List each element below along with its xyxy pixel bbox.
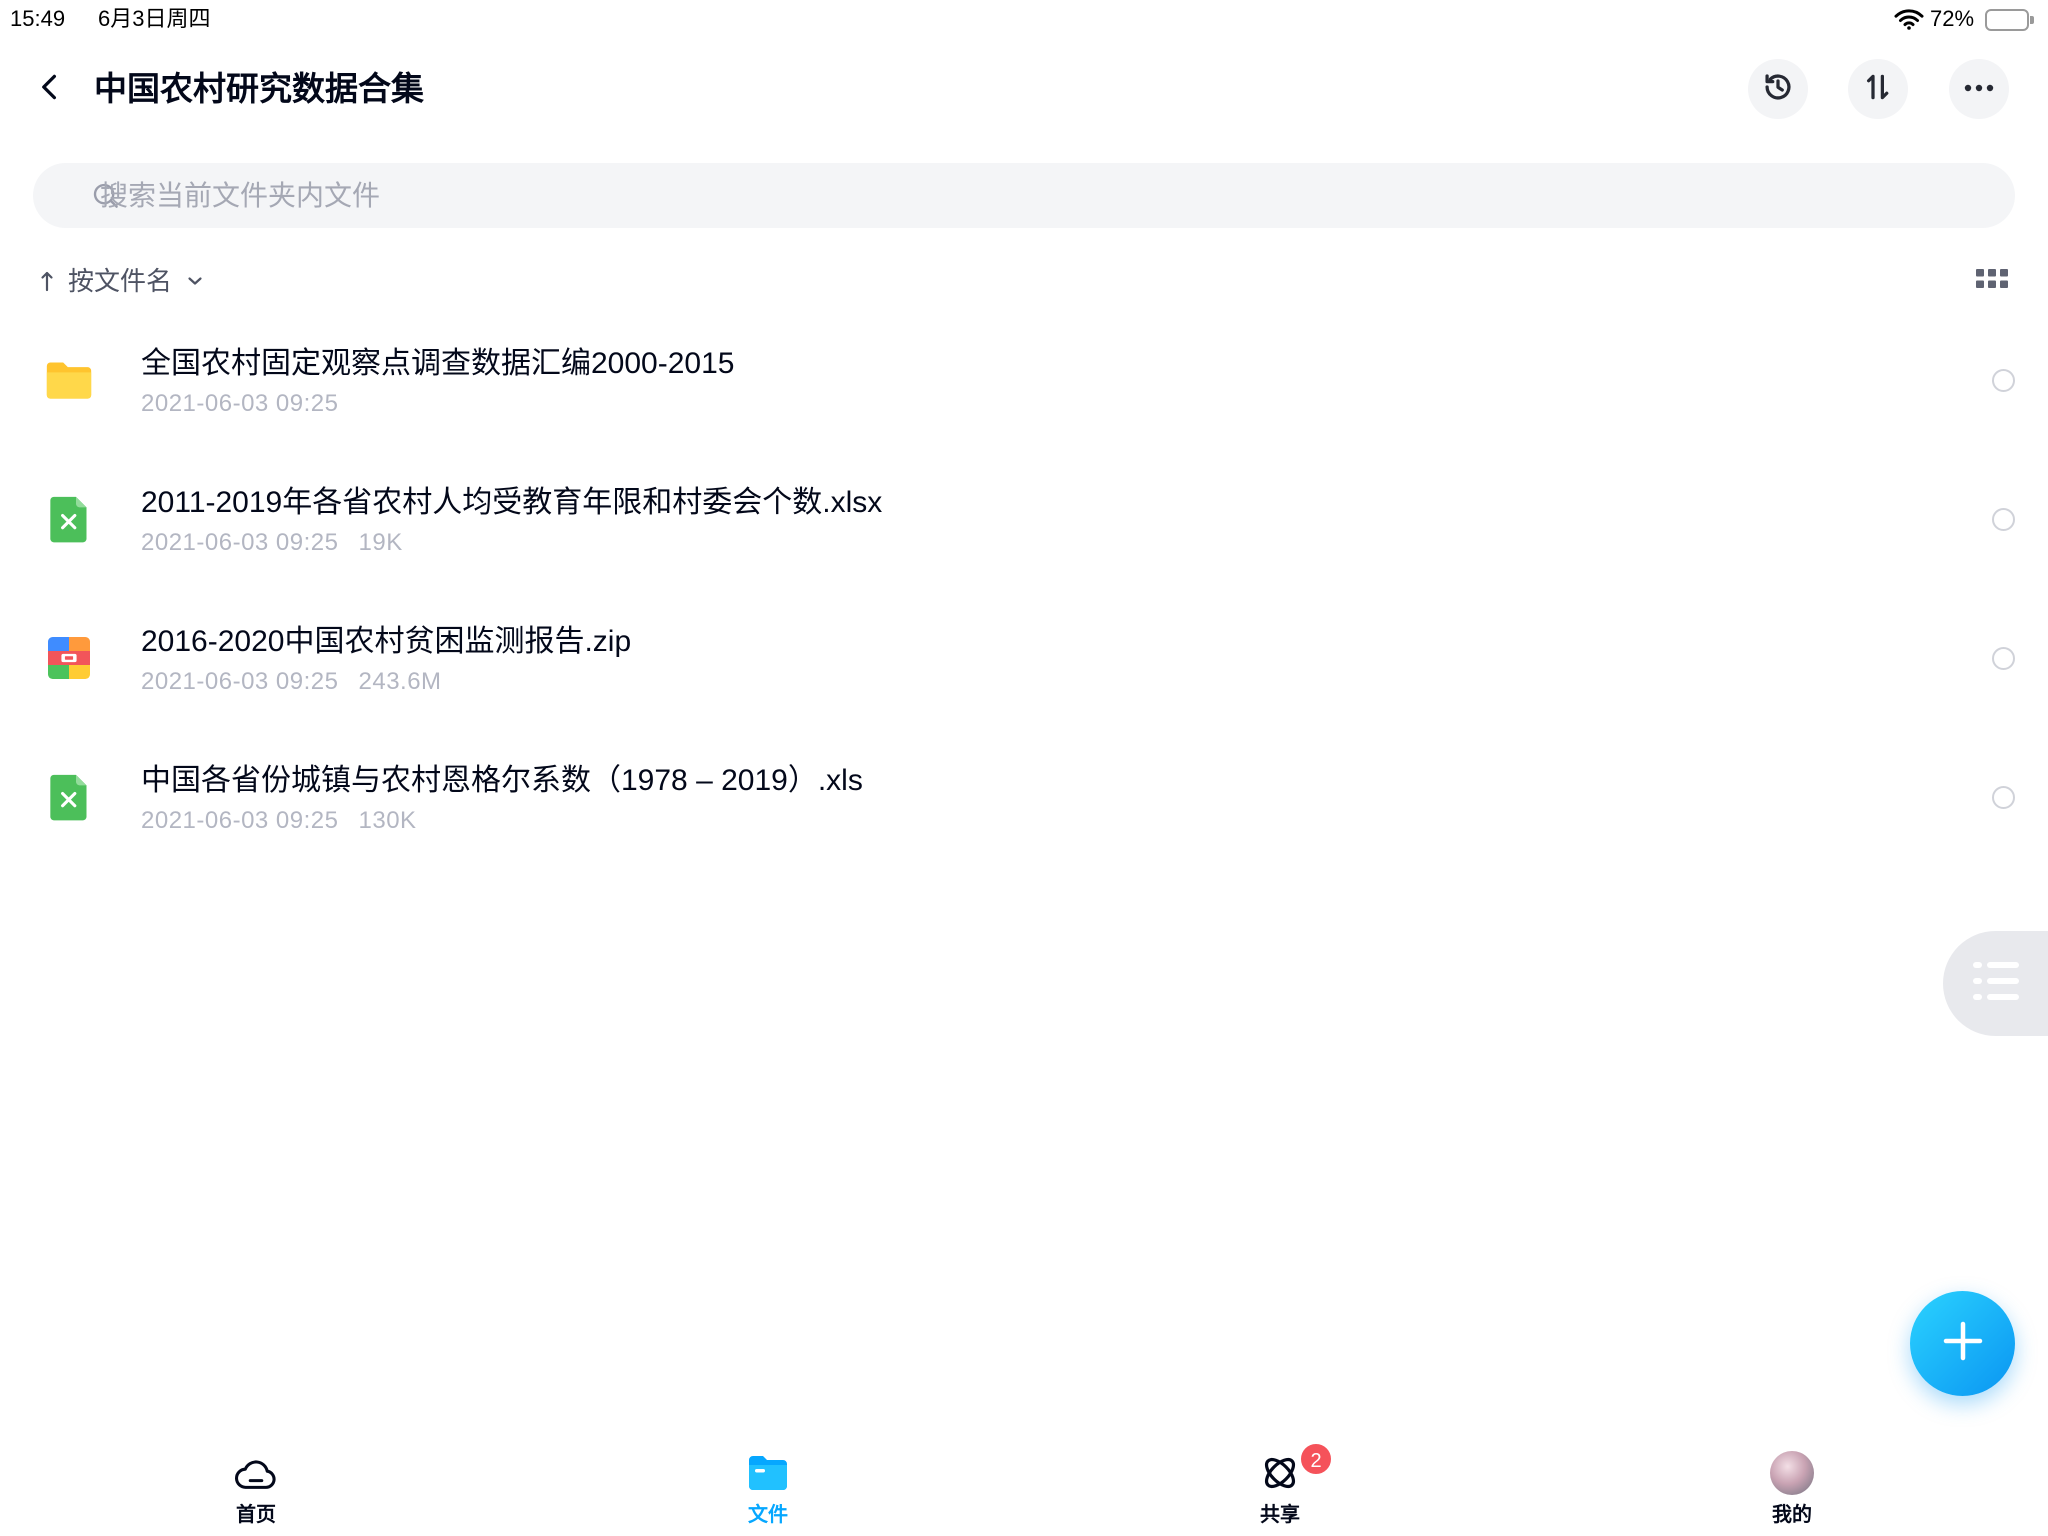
file-date: 2021-06-03 09:25 <box>141 807 339 834</box>
excel-file-icon <box>41 769 97 825</box>
sort-order-button[interactable] <box>1848 59 1908 119</box>
cloud-icon <box>234 1451 278 1495</box>
file-name: 2011-2019年各省农村人均受教育年限和村委会个数.xlsx <box>141 486 883 519</box>
tab-label: 我的 <box>1772 1504 1812 1526</box>
chevron-down-icon <box>184 270 206 292</box>
grid-view-button[interactable] <box>1972 266 2012 296</box>
arrow-up-icon <box>36 269 58 293</box>
file-date: 2021-06-03 09:25 <box>141 529 339 556</box>
sort-order-icon <box>1863 72 1893 107</box>
status-date: 6月3日周四 <box>98 6 211 31</box>
search-bar[interactable] <box>33 163 2015 228</box>
page-title: 中国农村研究数据合集 <box>94 70 424 107</box>
select-radio[interactable] <box>1992 786 2015 809</box>
file-row[interactable]: 2016-2020中国农村贫困监测报告.zip 2021-06-03 09:25… <box>0 589 2048 728</box>
file-row[interactable]: 2011-2019年各省农村人均受教育年限和村委会个数.xlsx 2021-06… <box>0 450 2048 589</box>
select-radio[interactable] <box>1992 369 2015 392</box>
more-button[interactable] <box>1949 59 2009 119</box>
file-name: 全国农村固定观察点调查数据汇编2000-2015 <box>141 347 735 380</box>
chevron-left-icon <box>35 72 65 107</box>
tab-files[interactable]: 文件 <box>668 1448 868 1536</box>
file-meta: 2021-06-03 09:25 19K <box>141 529 403 557</box>
add-button[interactable] <box>1910 1291 2015 1396</box>
file-date: 2021-06-03 09:25 <box>141 390 339 417</box>
history-button[interactable] <box>1748 59 1808 119</box>
tab-home[interactable]: 首页 <box>156 1448 356 1536</box>
tab-me[interactable]: 我的 <box>1692 1448 1892 1536</box>
file-size: 130K <box>358 807 417 834</box>
more-icon <box>1963 80 1995 98</box>
file-meta: 2021-06-03 09:25 130K <box>141 807 417 835</box>
select-radio[interactable] <box>1992 647 2015 670</box>
file-row[interactable]: 中国各省份城镇与农村恩格尔系数（1978 – 2019）.xls 2021-06… <box>0 728 2048 867</box>
grid-view-icon <box>1976 269 2008 293</box>
file-size: 19K <box>358 529 403 556</box>
sort-selector[interactable]: 按文件名 <box>36 263 206 299</box>
tab-label: 共享 <box>1260 1504 1300 1526</box>
file-name: 中国各省份城镇与农村恩格尔系数（1978 – 2019）.xls <box>141 764 863 797</box>
folder-icon <box>746 1451 790 1495</box>
status-time: 15:49 <box>10 6 66 31</box>
sort-label: 按文件名 <box>68 266 173 296</box>
tab-label: 首页 <box>236 1504 276 1526</box>
file-meta: 2021-06-03 09:25 243.6M <box>141 668 442 696</box>
file-meta: 2021-06-03 09:25 <box>141 390 339 418</box>
tab-label: 文件 <box>748 1504 788 1526</box>
side-list-toggle[interactable] <box>1943 931 2048 1036</box>
tab-share[interactable]: 2 共享 <box>1180 1442 1380 1536</box>
excel-file-icon <box>41 491 97 547</box>
select-radio[interactable] <box>1992 508 2015 531</box>
folder-icon <box>41 352 97 408</box>
zip-file-icon <box>41 630 97 686</box>
wifi-icon <box>1894 8 1924 30</box>
file-name: 2016-2020中国农村贫困监测报告.zip <box>141 625 632 658</box>
battery-icon <box>1985 9 2035 31</box>
notification-badge: 2 <box>1299 1442 1333 1476</box>
history-icon <box>1761 70 1795 109</box>
back-button[interactable] <box>28 67 72 111</box>
battery-percent: 72% <box>1930 6 1975 31</box>
plus-icon <box>1941 1319 1985 1368</box>
file-size: 243.6M <box>358 668 442 695</box>
file-date: 2021-06-03 09:25 <box>141 668 339 695</box>
search-input[interactable] <box>100 163 1980 228</box>
share-icon <box>1258 1451 1302 1495</box>
avatar <box>1770 1451 1814 1495</box>
list-icon <box>1972 959 2020 1008</box>
file-row[interactable]: 全国农村固定观察点调查数据汇编2000-2015 2021-06-03 09:2… <box>0 311 2048 450</box>
